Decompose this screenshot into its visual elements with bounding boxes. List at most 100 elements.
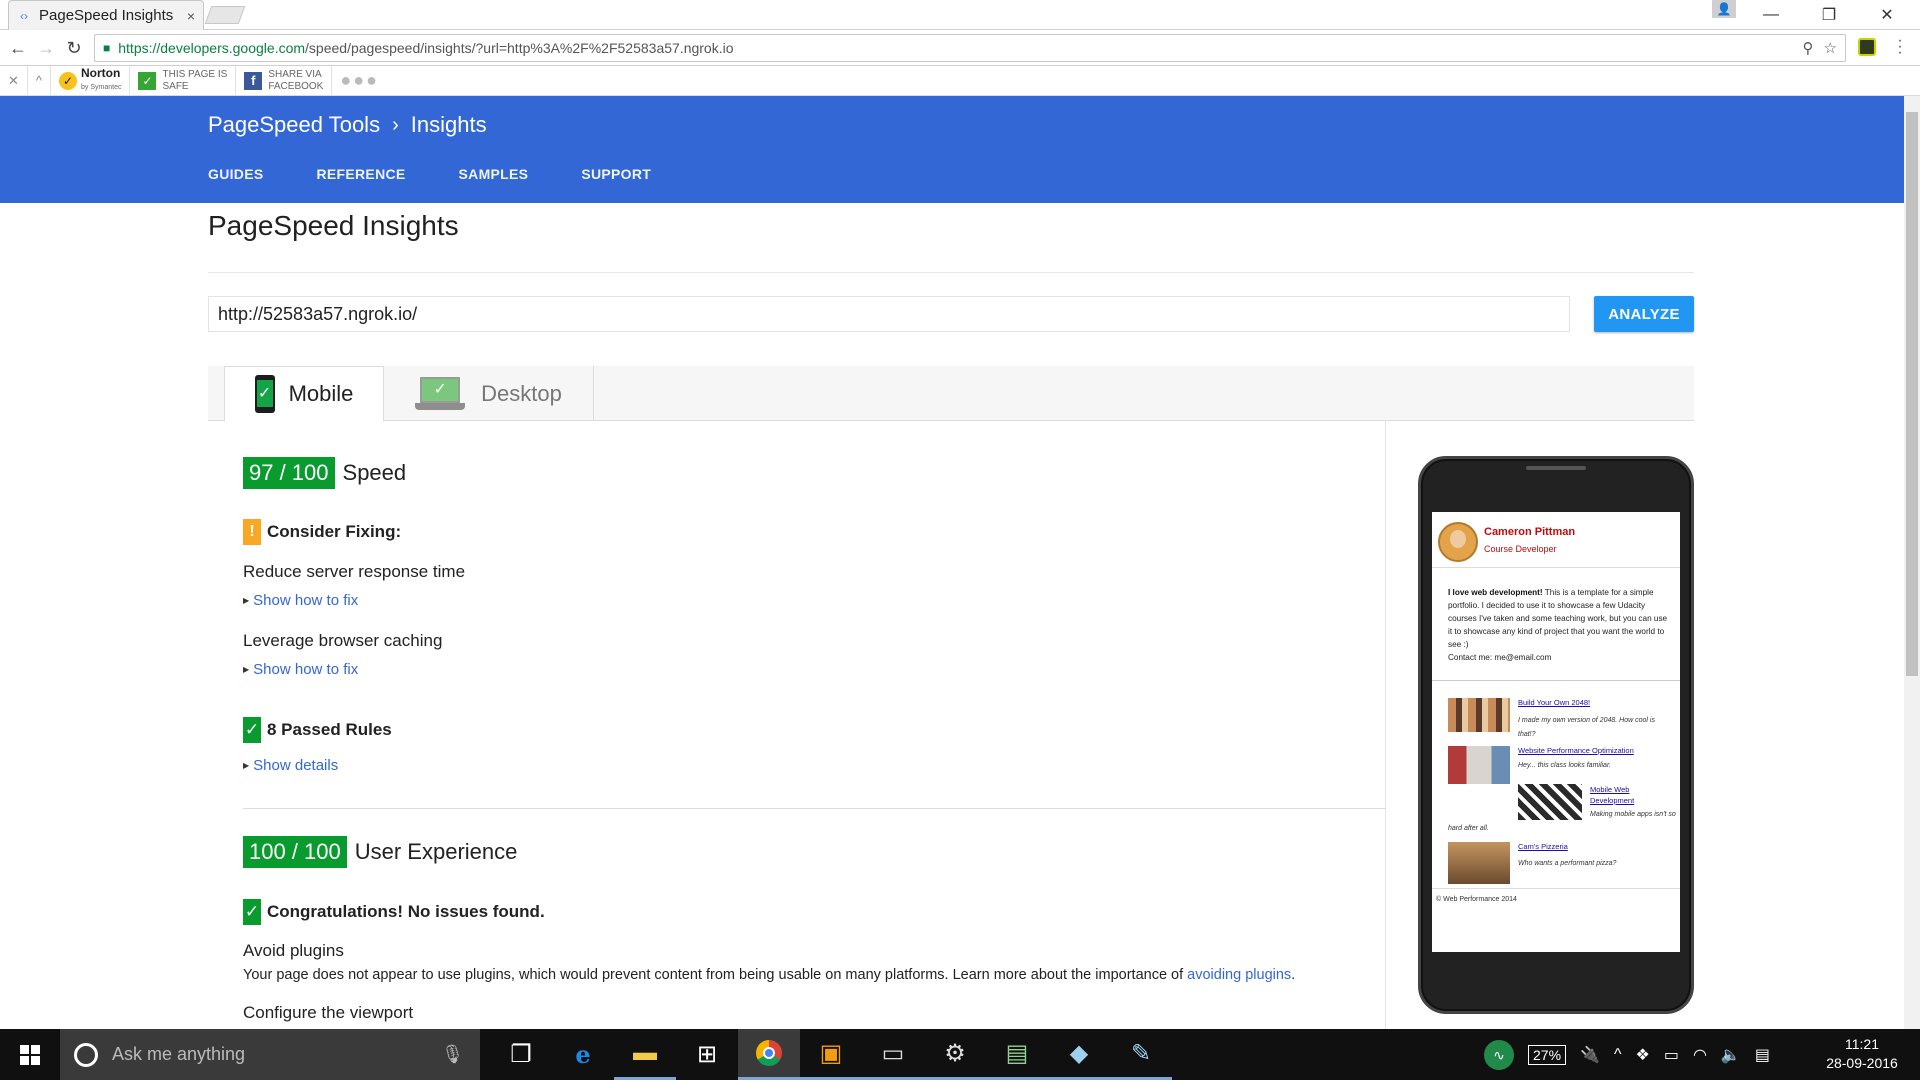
preview-contact: Contact me: me@email.com [1448,653,1552,662]
triangle-right-icon: ▶ [243,665,250,674]
share-facebook-button[interactable]: f SHARE VIA FACEBOOK [236,65,333,96]
safe-line2: SAFE [162,80,189,92]
analyze-button[interactable]: ANALYZE [1594,296,1694,332]
passed-rules-heading: ✓ 8 Passed Rules [243,717,392,743]
project-desc: Making mobile apps isn't so hard after a… [1448,811,1676,832]
settings-gear-icon[interactable]: ⚙ [924,1029,986,1080]
tab-desktop[interactable]: ✓ Desktop [384,366,594,421]
nav-support[interactable]: SUPPORT [581,166,651,182]
breadcrumb-insights[interactable]: Insights [411,112,487,138]
check-icon: ✓ [243,899,261,925]
battery-indicator[interactable]: 27% [1528,1044,1567,1065]
phone-speaker [1526,466,1586,470]
facebook-icon: f [244,71,263,90]
divider [1432,888,1680,889]
link-label: Show how to fix [253,592,359,609]
toolbar-collapse-icon[interactable]: ^ [28,65,52,96]
activity-monitor-icon[interactable]: ∿ [1484,1039,1514,1070]
share-line2: FACEBOOK [268,80,324,92]
cortana-search-box[interactable]: Ask me anything 🎙 [60,1029,480,1080]
volume-icon[interactable]: 🔈 [1721,1045,1741,1065]
project-thumbnail [1448,698,1510,732]
profile-icon[interactable]: 👤 [1712,0,1736,18]
breadcrumb: PageSpeed Tools › Insights [208,112,487,138]
minimize-button[interactable]: — [1748,0,1794,30]
extension-icon[interactable] [1858,38,1876,56]
reload-icon[interactable]: ↻ [60,30,88,66]
norton-label: Norton [81,66,121,80]
norton-toolbar: ✕ ^ ✓ Norton by Symantec ✓ THIS PAGE IS SA… [0,65,1920,96]
task-view-icon[interactable]: ❐ [490,1029,552,1080]
passed-rules-label: 8 Passed Rules [267,720,392,739]
breadcrumb-pagespeed-tools[interactable]: PageSpeed Tools [208,112,380,138]
nav-guides[interactable]: GUIDES [208,166,263,182]
browser-tab-strip: ‹› PageSpeed Insights × 👤 — ❐ ✕ [0,0,1920,30]
toolbar-close-icon[interactable]: ✕ [0,65,28,96]
new-tab-button[interactable] [204,6,246,24]
nav-reference[interactable]: REFERENCE [316,166,405,182]
norton-sub: by Symantec [81,84,122,91]
show-how-to-fix-link[interactable]: ▶ Show how to fix [243,592,358,609]
project-thumbnail [1448,746,1510,784]
forward-icon[interactable]: → [32,30,60,66]
omnibox[interactable]: ■ https://developers.google.com/speed/pa… [94,34,1846,62]
link-label: Show how to fix [253,661,359,678]
notepad-icon[interactable]: ▤ [986,1029,1048,1080]
url-input[interactable] [208,296,1570,332]
scrollbar-thumb[interactable] [1906,112,1918,676]
back-icon[interactable]: ← [4,30,32,66]
wifi-icon[interactable]: ◠ [1693,1045,1707,1065]
rule-description: Your page does not appear to use plugins… [243,967,1295,983]
browser-menu-icon[interactable]: · · · [1890,33,1910,61]
clock[interactable]: 11:21 28-09-2016 [1818,1035,1906,1073]
preview-name: Cameron Pittman [1484,526,1576,538]
store-icon[interactable]: ⊞ [676,1029,738,1080]
avoiding-plugins-link[interactable]: avoiding plugins [1187,967,1291,983]
tab-mobile[interactable]: ✓ Mobile [224,366,384,422]
rule-description-text: Your page does not appear to use plugins… [243,967,1188,983]
project-link: Mobile Web Development [1590,785,1635,805]
microphone-icon[interactable]: 🎙 [441,1044,464,1065]
preview-footer: © Web Performance 2014 [1436,896,1517,903]
preview-header: Cameron Pittman Course Developer [1432,512,1680,568]
url-host: https://developers.google.com [118,40,306,56]
site-header: PageSpeed Tools › Insights GUIDES REFERE… [0,96,1904,203]
show-how-to-fix-link[interactable]: ▶ Show how to fix [243,661,358,678]
browser-tab[interactable]: ‹› PageSpeed Insights × [8,0,204,30]
ux-score-badge: 100 / 100 [243,836,347,868]
nav-samples[interactable]: SAMPLES [459,166,529,182]
chrome-icon[interactable] [738,1029,800,1080]
divider [1432,680,1680,681]
show-hidden-icons-chevron-icon[interactable]: ^ [1614,1046,1622,1064]
speed-label: Speed [342,460,407,485]
safe-page-button[interactable]: ✓ THIS PAGE IS SAFE [130,65,237,96]
toolbar-more-icon[interactable]: ●●● [332,70,379,91]
close-window-button[interactable]: ✕ [1864,0,1910,30]
restore-button[interactable]: ❐ [1806,0,1852,30]
start-button[interactable] [0,1029,60,1080]
tab-close-icon[interactable]: × [187,8,195,24]
file-explorer-icon[interactable]: ▬ [614,1029,676,1080]
bookmark-star-icon[interactable]: ☆ [1824,39,1837,57]
divider [208,272,1694,273]
terminal-icon[interactable]: ▭ [862,1029,924,1080]
zoom-icon[interactable]: ⚲ [1803,39,1814,57]
edge-icon[interactable]: e [552,1029,614,1080]
norton-button[interactable]: ✓ Norton by Symantec [51,65,131,96]
rule-title: Reduce server response time [243,562,466,581]
dropbox-icon[interactable]: ❖ [1635,1045,1649,1065]
project-desc: I made my own version of 2048. How cool … [1518,717,1655,738]
power-plug-icon[interactable]: 🔌 [1580,1045,1600,1065]
sublime-text-icon[interactable]: ▣ [800,1029,862,1080]
show-details-link[interactable]: ▶ Show details [243,757,338,774]
system-tray: ∿ 27% 🔌 ^ ❖ ▭ ◠ 🔈 ▤ [1484,1029,1770,1080]
battery-icon[interactable]: ▭ [1664,1045,1679,1065]
avatar [1438,522,1478,562]
ux-score-row: 100 / 100 User Experience [243,836,517,868]
app-icon[interactable]: ◆ [1048,1029,1110,1080]
action-center-icon[interactable]: ▤ [1755,1045,1770,1065]
paint-icon[interactable]: ✎ [1110,1029,1172,1080]
device-tabs: ✓ Mobile ✓ Desktop [208,366,1694,422]
project-desc: Hey... this class looks familiar. [1518,762,1611,769]
congrats-label: Congratulations! No issues found. [267,902,545,921]
